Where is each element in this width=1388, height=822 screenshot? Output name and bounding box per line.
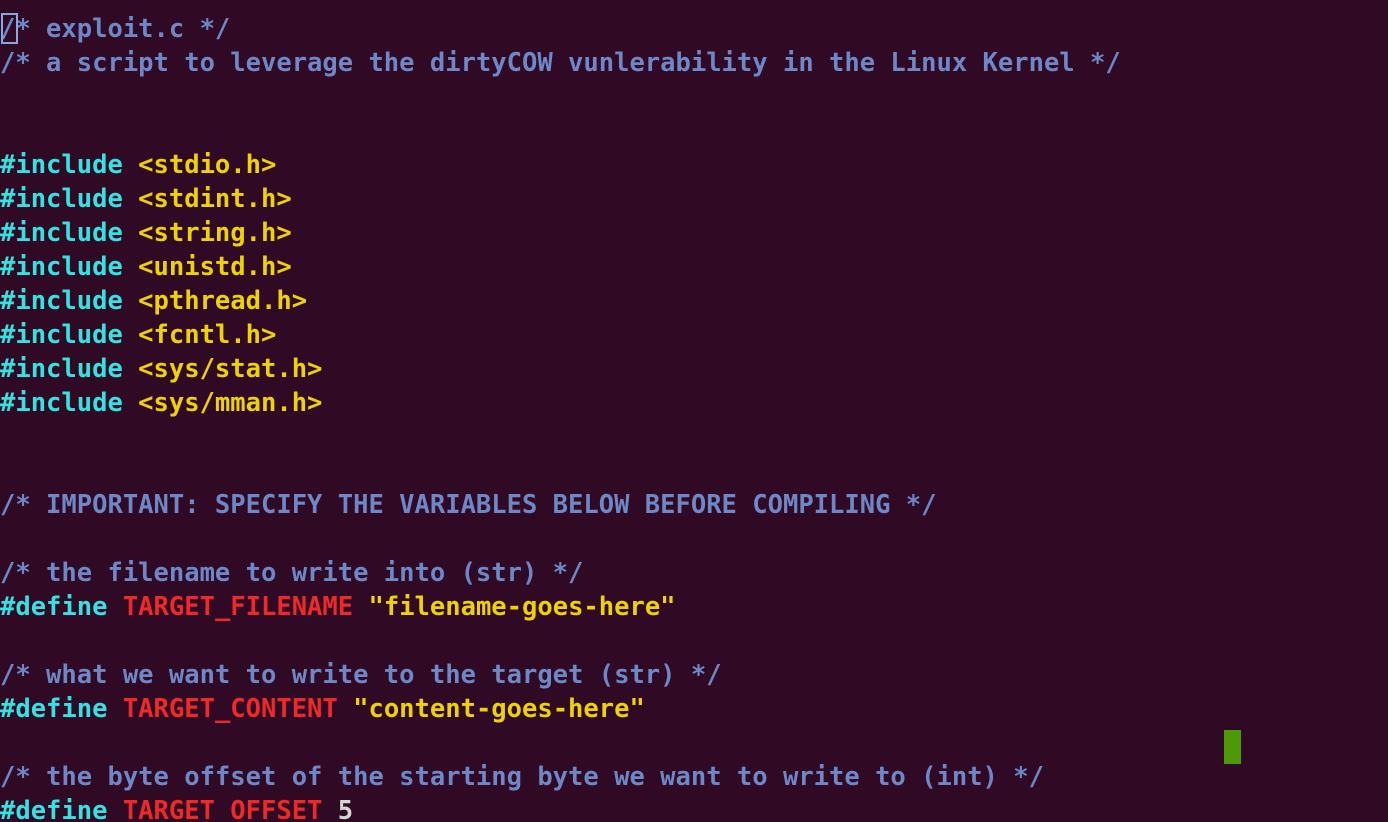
code-token-pre: #include <box>0 218 139 248</box>
code-token-hdr: <sys/mman.h> <box>138 388 323 418</box>
code-line: #include <unistd.h> <box>0 250 1121 284</box>
code-token-pre: #define <box>0 796 123 822</box>
code-line: /* the byte offset of the starting byte … <box>0 760 1121 794</box>
code-token-cmt: /* IMPORTANT: SPECIFY THE VARIABLES BELO… <box>0 490 937 520</box>
code-token-pre: #include <box>0 286 139 316</box>
code-token-hdr: <pthread.h> <box>138 286 308 316</box>
code-token-cmt: /* the byte offset of the starting byte … <box>0 762 1044 792</box>
code-line: /* what we want to write to the target (… <box>0 658 1121 692</box>
code-token-cmt: /* a script to leverage the dirtyCOW vun… <box>0 48 1121 78</box>
code-token-pre: #include <box>0 320 139 350</box>
code-line: /* IMPORTANT: SPECIFY THE VARIABLES BELO… <box>0 488 1121 522</box>
code-token-str: "filename-goes-here" <box>368 592 676 622</box>
code-token-hdr: <string.h> <box>138 218 292 248</box>
code-line: #include <stdint.h> <box>0 182 1121 216</box>
code-token-pre: #include <box>0 388 139 418</box>
code-token-pre: #include <box>0 252 139 282</box>
code-line: #include <sys/mman.h> <box>0 386 1121 420</box>
code-line: #define TARGET_OFFSET 5 <box>0 794 1121 822</box>
code-token-cmt: /* the filename to write into (str) */ <box>0 558 584 588</box>
code-line: /* exploit.c */ <box>0 12 1121 46</box>
code-token-macro: TARGET_FILENAME <box>122 592 354 622</box>
code-line: #include <pthread.h> <box>0 284 1121 318</box>
code-token-macro: TARGET_OFFSET <box>122 796 323 822</box>
code-token-pre: #include <box>0 354 139 384</box>
code-line: #define TARGET_FILENAME "filename-goes-h… <box>0 590 1121 624</box>
code-token-hdr: <fcntl.h> <box>138 320 277 350</box>
text-cursor-block-icon <box>1224 730 1241 764</box>
code-token-hdr: <sys/stat.h> <box>138 354 323 384</box>
code-token-hdr: <unistd.h> <box>138 252 292 282</box>
code-token-pre: #define <box>0 694 123 724</box>
code-line: /* a script to leverage the dirtyCOW vun… <box>0 46 1121 80</box>
terminal-window[interactable]: /* exploit.c */ /* a script to leverage … <box>0 0 1388 822</box>
source-code-view[interactable]: /* exploit.c */ /* a script to leverage … <box>0 12 1121 822</box>
code-line: #include <string.h> <box>0 216 1121 250</box>
code-line: /* the filename to write into (str) */ <box>0 556 1121 590</box>
code-token-cmt: /* what we want to write to the target (… <box>0 660 722 690</box>
code-token-hdr: <stdio.h> <box>138 150 277 180</box>
code-token-hdr: <stdint.h> <box>138 184 292 214</box>
code-line: #include <stdio.h> <box>0 148 1121 182</box>
code-token-pre: #include <box>0 184 139 214</box>
code-token-pre: #include <box>0 150 139 180</box>
code-token-cmt: /* exploit.c */ <box>0 14 231 44</box>
code-token-num: 5 <box>337 796 354 822</box>
code-token-pre: #define <box>0 592 123 622</box>
code-line: #include <fcntl.h> <box>0 318 1121 352</box>
code-token-macro: TARGET_CONTENT <box>122 694 338 724</box>
code-token-str: "content-goes-here" <box>353 694 645 724</box>
code-line: #define TARGET_CONTENT "content-goes-her… <box>0 692 1121 726</box>
code-line: #include <sys/stat.h> <box>0 352 1121 386</box>
